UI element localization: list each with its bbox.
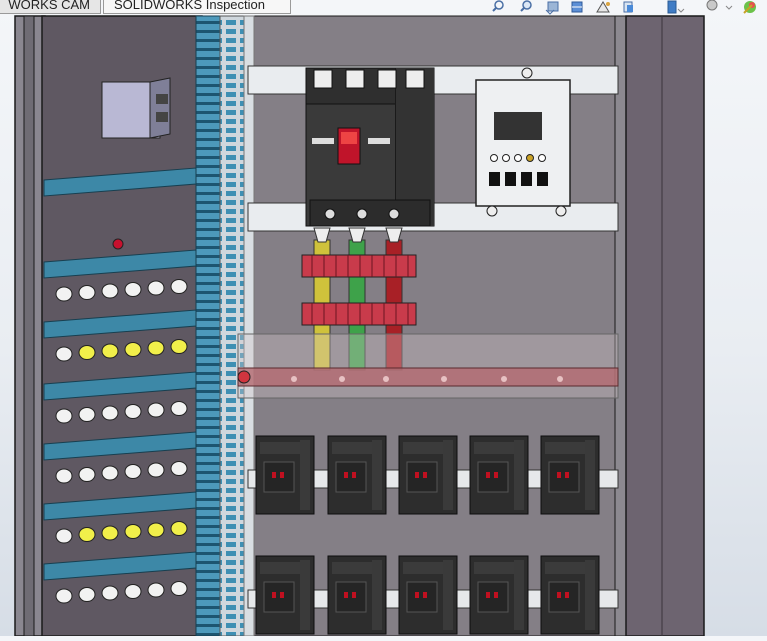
section-view-icon[interactable]	[571, 1, 583, 13]
relay-module	[469, 435, 529, 515]
electrical-cabinet-model	[14, 15, 705, 637]
pilot-lamp-icon	[101, 525, 119, 541]
ground-busbar	[237, 367, 619, 387]
pilot-lamp-icon	[147, 402, 165, 418]
junction-box	[101, 77, 171, 139]
zoom-to-fit-icon[interactable]	[492, 0, 504, 12]
edit-appearance-icon[interactable]	[743, 1, 756, 14]
busbar-label-strip-upper	[301, 254, 417, 278]
red-indicator-lamp	[112, 238, 124, 250]
pilot-lamp-icon	[124, 464, 142, 479]
pilot-lamp-icon	[55, 346, 73, 362]
pilot-lamp-icon	[55, 528, 73, 544]
pilot-lamp-icon	[55, 408, 73, 424]
pilot-lamp-icon	[147, 522, 165, 538]
pilot-lamp-icon	[78, 587, 96, 602]
display-style-icon[interactable]	[667, 0, 685, 14]
zoom-to-area-icon[interactable]	[520, 0, 532, 12]
cabinet-right-wall	[625, 15, 705, 637]
tab-solidworks-inspection[interactable]: SOLIDWORKS Inspection	[103, 0, 291, 14]
dynamic-annotation-view-icon[interactable]	[596, 1, 610, 13]
pilot-lamp-icon	[170, 401, 188, 416]
relay-module	[255, 555, 315, 635]
pilot-lamp-icon	[124, 282, 142, 297]
main-circuit-breaker	[305, 67, 435, 227]
relay-module	[398, 555, 458, 635]
pilot-lamp-icon	[101, 585, 119, 601]
previous-view-icon[interactable]	[545, 1, 559, 15]
relay-module	[398, 435, 458, 515]
pilot-lamp-icon	[147, 582, 165, 598]
pilot-lamp-icon	[147, 280, 165, 296]
pilot-lamp-icon	[170, 339, 188, 354]
pilot-lamp-icon	[78, 345, 96, 360]
vertical-wire-duct	[195, 15, 255, 637]
pilot-lamp-icon	[55, 468, 73, 484]
pilot-lamp-icon	[78, 467, 96, 482]
view-orientation-icon[interactable]	[623, 1, 633, 13]
pilot-lamp-icon	[124, 342, 142, 357]
pilot-lamp-icon	[170, 521, 188, 536]
relay-module	[327, 555, 387, 635]
graphics-area[interactable]	[0, 0, 767, 637]
pilot-lamp-icon	[124, 584, 142, 599]
pilot-lamp-icon	[170, 279, 188, 294]
pilot-lamp-icon	[101, 405, 119, 421]
pilot-lamp-icon	[78, 527, 96, 542]
digital-controller-box	[475, 67, 571, 217]
pilot-lamp-icon	[78, 407, 96, 422]
pilot-lamp-icon	[147, 340, 165, 356]
pilot-lamp-icon	[170, 581, 188, 596]
relay-module	[469, 555, 529, 635]
pilot-lamp-icon	[55, 588, 73, 604]
pilot-lamp-icon	[78, 285, 96, 300]
tab-solidworks-cam[interactable]: WORKS CAM	[0, 0, 101, 14]
pilot-lamp-icon	[101, 343, 119, 359]
pilot-lamp-icon	[124, 404, 142, 419]
relay-module	[327, 435, 387, 515]
transparent-cover-plate	[237, 333, 619, 399]
cabinet-right-frame	[614, 15, 628, 637]
pilot-lamp-icon	[170, 461, 188, 476]
heads-up-view-toolbar	[490, 0, 767, 16]
pilot-lamp-icon	[55, 286, 73, 302]
pilot-lamp-icon	[101, 465, 119, 481]
hide-show-items-icon[interactable]	[706, 0, 733, 11]
pilot-lamp-icon	[147, 462, 165, 478]
relay-module	[540, 555, 600, 635]
relay-module	[540, 435, 600, 515]
pilot-lamp-icon	[124, 524, 142, 539]
relay-module	[255, 435, 315, 515]
busbar-label-strip-lower	[301, 302, 417, 326]
pilot-lamp-icon	[101, 283, 119, 299]
